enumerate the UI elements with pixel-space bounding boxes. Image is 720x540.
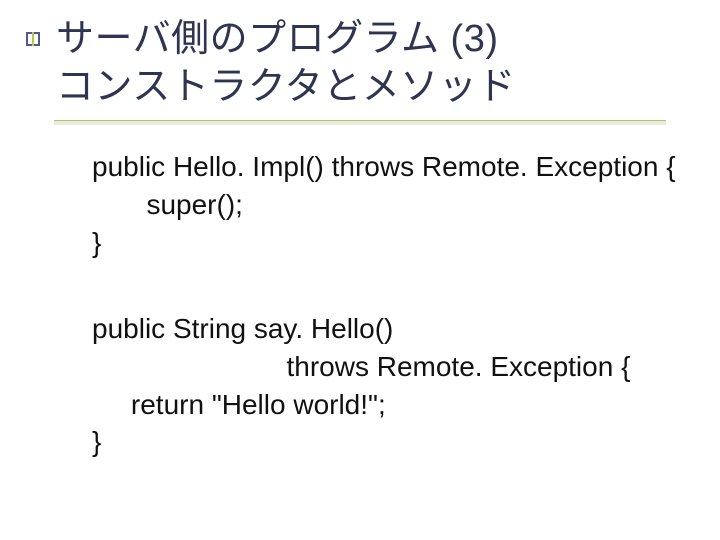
slide: サーバ側のプログラム (3) コンストラクタとメソッド public Hello… [0, 0, 720, 540]
code-method: public String say. Hello() throws Remote… [92, 310, 630, 461]
code-line: public Hello. Impl() throws Remote. Exce… [92, 148, 676, 186]
code-line: throws Remote. Exception { [92, 348, 630, 386]
code-line: } [92, 423, 630, 461]
title-block: サーバ側のプログラム (3) コンストラクタとメソッド [56, 16, 516, 111]
title-line-1: サーバ側のプログラム (3) [56, 16, 516, 64]
code-constructor: public Hello. Impl() throws Remote. Exce… [92, 148, 676, 261]
code-line: super(); [92, 186, 676, 224]
title-line-2: コンストラクタとメソッド [56, 64, 516, 112]
code-line: return "Hello world!"; [92, 386, 630, 424]
title-underline [54, 120, 666, 125]
code-line: } [92, 224, 676, 262]
code-line: public String say. Hello() [92, 310, 630, 348]
bullet-icon [26, 32, 40, 46]
